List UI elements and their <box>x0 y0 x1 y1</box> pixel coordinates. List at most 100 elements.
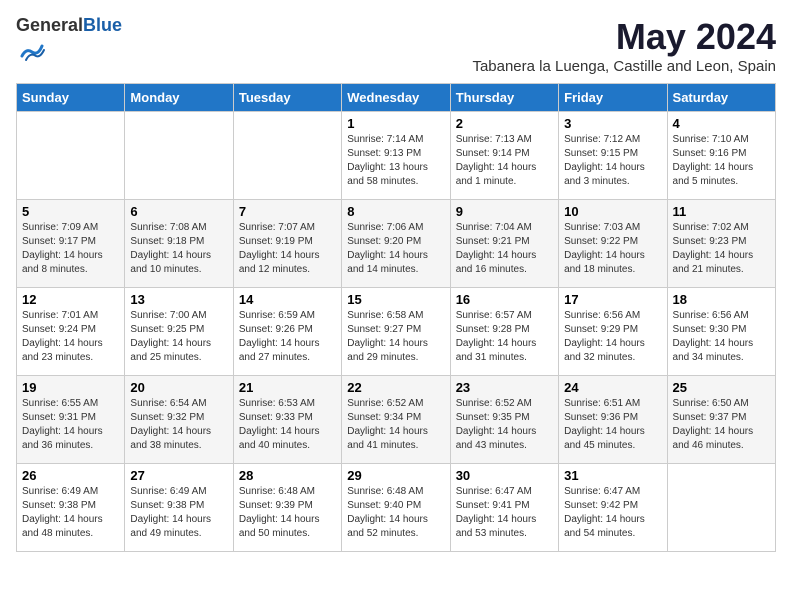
sunset-text: Sunset: 9:32 PM <box>130 412 204 423</box>
day-info: Sunrise: 6:54 AM Sunset: 9:32 PM Dayligh… <box>130 397 227 453</box>
sunrise-text: Sunrise: 6:47 AM <box>456 486 532 497</box>
daylight-text: Daylight: 14 hours and 8 minutes. <box>22 250 103 275</box>
sunset-text: Sunset: 9:15 PM <box>564 148 638 159</box>
sunrise-text: Sunrise: 7:12 AM <box>564 134 640 145</box>
daylight-text: Daylight: 14 hours and 49 minutes. <box>130 514 211 539</box>
daylight-text: Daylight: 14 hours and 40 minutes. <box>239 426 320 451</box>
sunset-text: Sunset: 9:37 PM <box>673 412 747 423</box>
sunrise-text: Sunrise: 7:00 AM <box>130 310 206 321</box>
calendar-cell <box>667 464 775 552</box>
day-info: Sunrise: 7:08 AM Sunset: 9:18 PM Dayligh… <box>130 221 227 277</box>
sunrise-text: Sunrise: 6:57 AM <box>456 310 532 321</box>
sunrise-text: Sunrise: 6:54 AM <box>130 398 206 409</box>
sunrise-text: Sunrise: 6:48 AM <box>239 486 315 497</box>
day-number: 27 <box>130 468 227 483</box>
daylight-text: Daylight: 14 hours and 25 minutes. <box>130 338 211 363</box>
sunrise-text: Sunrise: 7:07 AM <box>239 222 315 233</box>
weekday-header-row: SundayMondayTuesdayWednesdayThursdayFrid… <box>17 84 776 112</box>
daylight-text: Daylight: 13 hours and 58 minutes. <box>347 162 428 187</box>
weekday-header-friday: Friday <box>559 84 667 112</box>
calendar-cell: 17 Sunrise: 6:56 AM Sunset: 9:29 PM Dayl… <box>559 288 667 376</box>
calendar-cell: 5 Sunrise: 7:09 AM Sunset: 9:17 PM Dayli… <box>17 200 125 288</box>
sunset-text: Sunset: 9:38 PM <box>22 500 96 511</box>
daylight-text: Daylight: 14 hours and 46 minutes. <box>673 426 754 451</box>
day-info: Sunrise: 6:59 AM Sunset: 9:26 PM Dayligh… <box>239 309 336 365</box>
sunset-text: Sunset: 9:22 PM <box>564 236 638 247</box>
sunset-text: Sunset: 9:27 PM <box>347 324 421 335</box>
sunrise-text: Sunrise: 7:10 AM <box>673 134 749 145</box>
sunset-text: Sunset: 9:35 PM <box>456 412 530 423</box>
logo: GeneralBlue <box>16 16 122 69</box>
day-info: Sunrise: 6:49 AM Sunset: 9:38 PM Dayligh… <box>130 485 227 541</box>
sunset-text: Sunset: 9:40 PM <box>347 500 421 511</box>
day-number: 17 <box>564 292 661 307</box>
sunrise-text: Sunrise: 6:49 AM <box>130 486 206 497</box>
daylight-text: Daylight: 14 hours and 16 minutes. <box>456 250 537 275</box>
day-number: 14 <box>239 292 336 307</box>
daylight-text: Daylight: 14 hours and 45 minutes. <box>564 426 645 451</box>
weekday-header-saturday: Saturday <box>667 84 775 112</box>
daylight-text: Daylight: 14 hours and 38 minutes. <box>130 426 211 451</box>
sunrise-text: Sunrise: 6:58 AM <box>347 310 423 321</box>
sunrise-text: Sunrise: 6:55 AM <box>22 398 98 409</box>
sunrise-text: Sunrise: 6:51 AM <box>564 398 640 409</box>
sunset-text: Sunset: 9:19 PM <box>239 236 313 247</box>
calendar-cell: 13 Sunrise: 7:00 AM Sunset: 9:25 PM Dayl… <box>125 288 233 376</box>
daylight-text: Daylight: 14 hours and 53 minutes. <box>456 514 537 539</box>
sunrise-text: Sunrise: 6:48 AM <box>347 486 423 497</box>
daylight-text: Daylight: 14 hours and 10 minutes. <box>130 250 211 275</box>
day-info: Sunrise: 6:48 AM Sunset: 9:39 PM Dayligh… <box>239 485 336 541</box>
sunset-text: Sunset: 9:42 PM <box>564 500 638 511</box>
daylight-text: Daylight: 14 hours and 29 minutes. <box>347 338 428 363</box>
sunrise-text: Sunrise: 7:14 AM <box>347 134 423 145</box>
day-info: Sunrise: 6:56 AM Sunset: 9:29 PM Dayligh… <box>564 309 661 365</box>
daylight-text: Daylight: 14 hours and 32 minutes. <box>564 338 645 363</box>
calendar-cell: 23 Sunrise: 6:52 AM Sunset: 9:35 PM Dayl… <box>450 376 558 464</box>
calendar-cell: 28 Sunrise: 6:48 AM Sunset: 9:39 PM Dayl… <box>233 464 341 552</box>
day-info: Sunrise: 6:50 AM Sunset: 9:37 PM Dayligh… <box>673 397 770 453</box>
week-row-2: 5 Sunrise: 7:09 AM Sunset: 9:17 PM Dayli… <box>17 200 776 288</box>
day-number: 1 <box>347 116 444 131</box>
day-number: 20 <box>130 380 227 395</box>
weekday-header-monday: Monday <box>125 84 233 112</box>
daylight-text: Daylight: 14 hours and 18 minutes. <box>564 250 645 275</box>
sunrise-text: Sunrise: 7:09 AM <box>22 222 98 233</box>
calendar-cell: 21 Sunrise: 6:53 AM Sunset: 9:33 PM Dayl… <box>233 376 341 464</box>
location-subtitle: Tabanera la Luenga, Castille and Leon, S… <box>472 58 776 75</box>
day-number: 6 <box>130 204 227 219</box>
sunset-text: Sunset: 9:23 PM <box>673 236 747 247</box>
daylight-text: Daylight: 14 hours and 27 minutes. <box>239 338 320 363</box>
day-info: Sunrise: 6:53 AM Sunset: 9:33 PM Dayligh… <box>239 397 336 453</box>
day-info: Sunrise: 6:52 AM Sunset: 9:35 PM Dayligh… <box>456 397 553 453</box>
sunset-text: Sunset: 9:18 PM <box>130 236 204 247</box>
sunset-text: Sunset: 9:28 PM <box>456 324 530 335</box>
day-number: 23 <box>456 380 553 395</box>
calendar-cell: 30 Sunrise: 6:47 AM Sunset: 9:41 PM Dayl… <box>450 464 558 552</box>
sunrise-text: Sunrise: 7:06 AM <box>347 222 423 233</box>
day-number: 4 <box>673 116 770 131</box>
sunset-text: Sunset: 9:31 PM <box>22 412 96 423</box>
daylight-text: Daylight: 14 hours and 54 minutes. <box>564 514 645 539</box>
calendar-cell: 11 Sunrise: 7:02 AM Sunset: 9:23 PM Dayl… <box>667 200 775 288</box>
calendar-cell: 6 Sunrise: 7:08 AM Sunset: 9:18 PM Dayli… <box>125 200 233 288</box>
calendar-cell: 2 Sunrise: 7:13 AM Sunset: 9:14 PM Dayli… <box>450 112 558 200</box>
weekday-header-tuesday: Tuesday <box>233 84 341 112</box>
sunrise-text: Sunrise: 7:03 AM <box>564 222 640 233</box>
sunset-text: Sunset: 9:17 PM <box>22 236 96 247</box>
sunset-text: Sunset: 9:14 PM <box>456 148 530 159</box>
calendar-cell: 4 Sunrise: 7:10 AM Sunset: 9:16 PM Dayli… <box>667 112 775 200</box>
calendar-cell <box>125 112 233 200</box>
calendar-cell: 20 Sunrise: 6:54 AM Sunset: 9:32 PM Dayl… <box>125 376 233 464</box>
sunset-text: Sunset: 9:29 PM <box>564 324 638 335</box>
sunrise-text: Sunrise: 6:56 AM <box>673 310 749 321</box>
calendar-cell: 7 Sunrise: 7:07 AM Sunset: 9:19 PM Dayli… <box>233 200 341 288</box>
sunset-text: Sunset: 9:24 PM <box>22 324 96 335</box>
sunrise-text: Sunrise: 6:52 AM <box>347 398 423 409</box>
calendar-cell: 31 Sunrise: 6:47 AM Sunset: 9:42 PM Dayl… <box>559 464 667 552</box>
day-info: Sunrise: 6:47 AM Sunset: 9:41 PM Dayligh… <box>456 485 553 541</box>
calendar-cell: 9 Sunrise: 7:04 AM Sunset: 9:21 PM Dayli… <box>450 200 558 288</box>
day-number: 9 <box>456 204 553 219</box>
day-info: Sunrise: 6:55 AM Sunset: 9:31 PM Dayligh… <box>22 397 119 453</box>
sunset-text: Sunset: 9:34 PM <box>347 412 421 423</box>
week-row-5: 26 Sunrise: 6:49 AM Sunset: 9:38 PM Dayl… <box>17 464 776 552</box>
